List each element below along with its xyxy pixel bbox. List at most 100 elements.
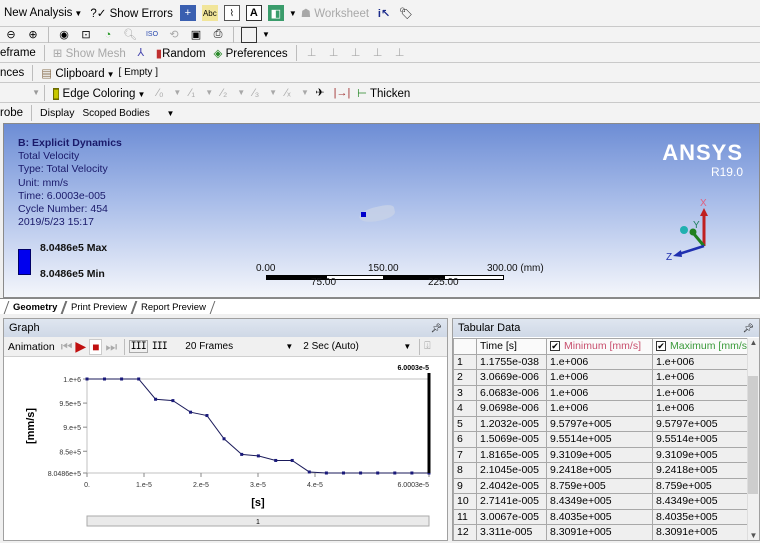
duration-select[interactable]: 2 Sec (Auto) ▼ — [299, 341, 415, 352]
column-header-minimum[interactable]: ✔ Minimum [mm/s] — [546, 338, 653, 355]
new-analysis-button[interactable]: New Analysis ▼ — [0, 7, 86, 19]
preferences-label: Preferences — [225, 47, 288, 60]
worksheet-button[interactable]: ☗ Worksheet — [297, 6, 373, 20]
tab-geometry[interactable]: Geometry — [3, 301, 67, 314]
refresh-zoom-icon[interactable]: ◔ — [100, 27, 116, 43]
zoom-to-fit-icon[interactable]: ◉ — [56, 27, 72, 43]
distributed-frames-icon[interactable]: ⵊⵊⵊ — [129, 340, 149, 353]
stop-icon[interactable]: ■ — [89, 338, 103, 355]
edge-style-icon[interactable]: ⁄₁ — [184, 85, 200, 101]
random-colors-button[interactable]: ▮Random — [152, 46, 210, 60]
wireframe-button[interactable]: eframe — [0, 47, 40, 59]
random-label: Random — [162, 47, 206, 60]
table-row[interactable]: 9 2.4042e-005 8.759e+005 8.759e+005 — [453, 477, 754, 494]
print-icon[interactable]: ⎙ — [210, 27, 226, 43]
table-row[interactable]: 8 2.1045e-005 9.2418e+005 9.2418e+005 — [453, 462, 754, 479]
table-row[interactable]: 6 1.5069e-005 9.5514e+005 9.5514e+005 — [453, 431, 754, 448]
view-icon[interactable]: ▣ — [188, 27, 204, 43]
zoom-out-icon[interactable]: ⊖ — [3, 27, 19, 43]
time-cell: 1.2032e-005 — [476, 415, 547, 432]
dropdown-stub[interactable]: ▼ — [0, 88, 40, 97]
table-row[interactable]: 10 2.7141e-005 8.4349e+005 8.4349e+005 — [453, 493, 754, 510]
thicken-button[interactable]: ⊢ Thicken — [353, 86, 414, 100]
clipboard-button[interactable]: ▤ Clipboard ▼ — [37, 66, 118, 80]
table-row[interactable]: 1 1.1755e-038 1.e+006 1.e+006 — [453, 353, 754, 370]
edge-style-icon[interactable]: ⁄ₓ — [280, 85, 296, 101]
figure-icon[interactable]: ⌇ — [223, 5, 240, 21]
display-select[interactable]: Scoped Bodies ▼ — [78, 108, 178, 119]
edge-coloring-button[interactable]: ▮ Edge Coloring ▼ — [49, 86, 149, 100]
minimum-label: Minimum [mm/s] — [564, 340, 641, 353]
axis-triad-icon[interactable]: ⊥ — [392, 45, 408, 61]
row-index: 7 — [453, 446, 477, 463]
images-icon[interactable]: ◧ — [267, 5, 284, 21]
box-zoom-icon[interactable]: ⊡ — [78, 27, 94, 43]
minimum-checkbox[interactable]: ✔ — [550, 341, 560, 352]
row-index: 3 — [453, 384, 477, 401]
vertex-icon[interactable]: ⅄ — [133, 45, 149, 61]
magnifier-icon[interactable]: 🔍︎ — [122, 27, 138, 43]
axis-triad-icon[interactable]: ⊥ — [304, 45, 320, 61]
pin-icon[interactable]: 📌︎ — [431, 323, 442, 334]
column-header-time[interactable]: Time [s] — [476, 338, 547, 355]
table-row[interactable]: 2 3.0669e-006 1.e+006 1.e+006 — [453, 369, 754, 386]
export-icon[interactable]: ⍗ — [424, 340, 430, 353]
graphics-viewport[interactable]: B: Explicit Dynamics Total Velocity Type… — [3, 123, 760, 298]
velocity-chart[interactable]: 8.0486e+5 8.5e+5 9.e+5 9.5e+5 1.e+6 0. 1.e-5 2.… — [4, 359, 447, 540]
thicken-icon: ⊢ — [356, 87, 367, 100]
maximum-checkbox[interactable]: ✔ — [656, 341, 666, 352]
chevron-down-icon: ▼ — [403, 342, 412, 351]
comment-icon[interactable]: Abc — [201, 5, 218, 21]
next-frame-icon[interactable]: ⏭ — [105, 339, 117, 355]
select-info-icon[interactable]: i↖ — [376, 5, 392, 21]
play-icon[interactable]: ▶ — [75, 338, 86, 355]
axis-triad[interactable]: X Y Z — [659, 194, 719, 264]
viewport-layout-icon[interactable] — [241, 26, 257, 43]
tag-icon[interactable]: 🏷 — [398, 5, 414, 21]
table-row[interactable]: 4 9.0698e-006 1.e+006 1.e+006 — [453, 400, 754, 417]
zoom-in-icon[interactable]: ⊕ — [25, 27, 41, 43]
table-row[interactable]: 7 1.8165e-005 9.3109e+005 9.3109e+005 — [453, 446, 754, 463]
legend-color-swatch[interactable] — [18, 249, 31, 275]
vertical-scrollbar[interactable]: ▲ ▼ — [747, 338, 759, 540]
iso-view-icon[interactable]: ISO — [144, 27, 160, 43]
data-point — [120, 377, 124, 381]
table-row[interactable]: 12 3.311e-005 8.3091e+005 8.3091e+005 — [453, 524, 754, 540]
main-toolbar: New Analysis ▼ ?✓ Show Errors + Abc ⌇ A ◧… — [0, 0, 760, 27]
tab-report-preview[interactable]: Report Preview — [131, 301, 216, 314]
pin-icon[interactable]: 📌︎ — [743, 323, 754, 334]
table-row[interactable]: 5 1.2032e-005 9.5797e+005 9.5797e+005 — [453, 415, 754, 432]
time-cell: 2.1045e-005 — [476, 462, 547, 479]
chevron-down-icon[interactable]: ▼ — [289, 9, 297, 18]
scrollbar-thumb[interactable] — [748, 376, 758, 494]
graph-area[interactable]: 8.0486e+5 8.5e+5 9.e+5 9.5e+5 1.e+6 0. 1.e-5 2.… — [4, 359, 447, 540]
probe-button[interactable]: robe — [0, 107, 27, 119]
edge-style-icon[interactable]: ⁄₂ — [216, 85, 232, 101]
table-row[interactable]: 3 6.0683e-006 1.e+006 1.e+006 — [453, 384, 754, 401]
maximum-cell: 9.5797e+005 — [652, 415, 754, 432]
pin-icon[interactable]: ✈ — [312, 85, 328, 101]
show-mesh-button[interactable]: ⊞ Show Mesh — [49, 46, 130, 60]
annotation-icon[interactable]: A — [245, 5, 262, 21]
plot-frame — [86, 378, 430, 474]
axis-triad-icon[interactable]: ⊥ — [370, 45, 386, 61]
preferences-button[interactable]: ◈ Preferences — [210, 46, 292, 60]
thin-icon[interactable]: |→| — [334, 85, 351, 101]
scroll-down-icon[interactable]: ▼ — [748, 531, 759, 540]
result-frames-icon[interactable]: ⵊⵊⵊ — [152, 341, 167, 352]
axis-triad-icon[interactable]: ⊥ — [348, 45, 364, 61]
previous-frame-icon[interactable]: ⏮ — [61, 339, 73, 355]
edge-style-icon[interactable]: ⁄₃ — [248, 85, 264, 101]
look-at-icon[interactable]: ⟲ — [166, 27, 182, 43]
edge-style-icon[interactable]: ⁄₀ — [152, 85, 168, 101]
chevron-down-icon[interactable]: ▼ — [262, 30, 270, 39]
table-row[interactable]: 11 3.0067e-005 8.4035e+005 8.4035e+005 — [453, 508, 754, 525]
scroll-up-icon[interactable]: ▲ — [748, 338, 759, 347]
scale-label: 75.00 — [311, 277, 337, 288]
tab-print-preview[interactable]: Print Preview — [61, 301, 137, 314]
insert-chart-icon[interactable]: + — [179, 5, 196, 21]
axis-triad-icon[interactable]: ⊥ — [326, 45, 342, 61]
column-header-maximum[interactable]: ✔ Maximum [mm/s] — [652, 338, 754, 355]
show-errors-button[interactable]: ?✓ Show Errors — [86, 6, 177, 20]
frames-select[interactable]: 20 Frames ▼ — [181, 341, 297, 352]
